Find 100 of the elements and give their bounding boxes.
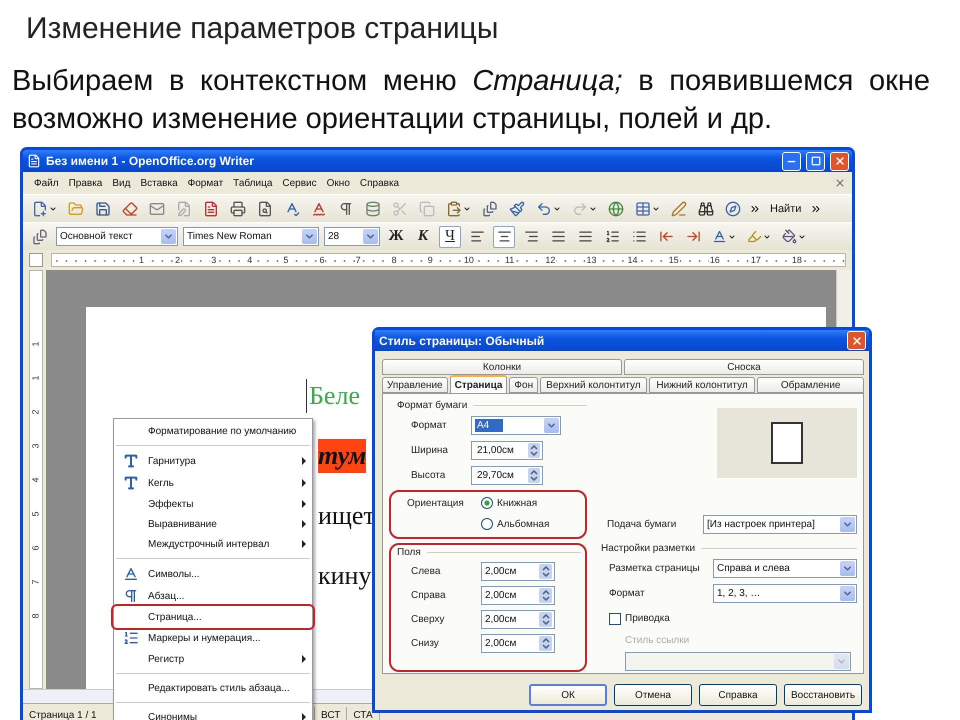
- tab[interactable]: Верхний колонтитул: [540, 377, 647, 393]
- menu-item[interactable]: Выравнивание: [114, 514, 312, 534]
- tab[interactable]: Колонки: [382, 359, 622, 375]
- menu-item[interactable]: Вставка: [135, 176, 183, 190]
- menu-item[interactable]: Справка: [354, 176, 404, 190]
- register-checkbox[interactable]: Приводка: [609, 612, 670, 624]
- menu-item[interactable]: Эффекты: [114, 494, 312, 514]
- close-button[interactable]: [830, 152, 849, 170]
- tab[interactable]: Страница: [450, 375, 508, 393]
- tab[interactable]: Сноска: [624, 359, 864, 375]
- layout-dropdown[interactable]: 1, 2, 3, …: [713, 584, 857, 603]
- radio-option[interactable]: Книжная: [481, 494, 538, 512]
- ruler-number: 3: [31, 444, 41, 448]
- ruler-number: 4: [246, 255, 254, 265]
- format-dropdown[interactable]: A4: [471, 416, 561, 435]
- italic-button[interactable]: К: [412, 226, 434, 248]
- menu-item[interactable]: Вид: [107, 176, 136, 190]
- maximize-button[interactable]: [806, 152, 825, 170]
- field-label: Слева: [411, 566, 442, 577]
- dialog-button[interactable]: Справка: [699, 684, 777, 706]
- bullet-list-icon: [632, 229, 646, 244]
- menu-item[interactable]: Правка: [64, 176, 108, 190]
- tab[interactable]: Обрамление: [757, 377, 864, 393]
- increase-indent-icon: [686, 229, 700, 244]
- menu-item[interactable]: Файл: [29, 176, 64, 190]
- tab[interactable]: Управление: [382, 377, 448, 393]
- menu-item[interactable]: Сервис: [277, 176, 322, 190]
- caret-icon: [652, 204, 660, 212]
- menu-item[interactable]: Абзац...: [114, 585, 312, 607]
- menu-item[interactable]: Символы...: [114, 563, 312, 585]
- align-button[interactable]: [493, 226, 515, 248]
- menu-item[interactable]: Форматирование по умолчанию: [114, 421, 312, 441]
- dialog-button[interactable]: ОК: [529, 684, 607, 706]
- clipboard-icon: [446, 200, 462, 216]
- field-label: Подача бумаги: [607, 519, 678, 530]
- table-icon: [635, 200, 651, 216]
- menu-item[interactable]: Таблица: [228, 176, 278, 190]
- ruler-number: 3: [210, 255, 218, 265]
- page-icon: [771, 422, 803, 464]
- tab[interactable]: Фон: [509, 377, 538, 393]
- dialog-button[interactable]: Восстановить: [784, 684, 862, 706]
- numbered-list-icon: [604, 229, 620, 244]
- menu-item[interactable]: Кегль: [114, 472, 312, 494]
- field-label: Разметка страницы: [609, 563, 701, 574]
- caret-icon: [798, 232, 806, 240]
- dialog-button[interactable]: Отмена: [614, 684, 692, 706]
- align-left-icon: [470, 229, 484, 244]
- menu-item[interactable]: Гарнитура: [114, 450, 312, 472]
- close-button[interactable]: [847, 331, 866, 350]
- styles-icon: [32, 228, 48, 244]
- bold-button[interactable]: Ж: [385, 226, 407, 248]
- menu-item[interactable]: Синонимы: [114, 707, 312, 720]
- edit-file-icon: [176, 200, 192, 216]
- radio-option[interactable]: Альбомная: [481, 516, 550, 532]
- spin-field[interactable]: 2,00см: [481, 634, 555, 653]
- menu-item[interactable]: Редактировать стиль абзаца...: [114, 678, 312, 698]
- spin-arrows-icon: [542, 614, 550, 625]
- reference-style-dropdown[interactable]: [625, 652, 851, 671]
- close-document-icon[interactable]: [834, 177, 846, 189]
- minimize-button[interactable]: [782, 152, 801, 170]
- menu-item[interactable]: Маркеры и нумерация...: [114, 627, 312, 649]
- field-value: 21,00см: [476, 444, 515, 457]
- binoculars-icon: [698, 200, 714, 216]
- auto-spellcheck-icon: [311, 200, 327, 216]
- find-button[interactable]: Найти: [766, 200, 806, 216]
- section-heading: Формат бумаги: [397, 400, 468, 411]
- spin-field[interactable]: 21,00см: [471, 441, 543, 460]
- pen-icon: [671, 200, 687, 216]
- folder-icon: [68, 200, 84, 216]
- document-text: Беле: [306, 379, 360, 413]
- spin-field[interactable]: 29,70см: [471, 466, 543, 485]
- layout-dropdown[interactable]: Справа и слева: [713, 559, 857, 578]
- tab-stop-selector[interactable]: [29, 253, 43, 267]
- field-label: Ширина: [411, 445, 449, 456]
- spin-field[interactable]: 2,00см: [481, 586, 555, 605]
- paragraph-icon: [123, 588, 139, 604]
- paper-source-dropdown[interactable]: [Из настроек принтера]: [703, 515, 857, 534]
- ruler-number: 1: [138, 255, 146, 265]
- menu-item[interactable]: Регистр: [114, 649, 312, 669]
- tab[interactable]: Нижний колонтитул: [648, 377, 756, 393]
- menu-item[interactable]: Страница...: [114, 607, 312, 627]
- menu-item[interactable]: Окно: [322, 176, 355, 190]
- ruler-number: 2: [31, 410, 41, 414]
- menu-item[interactable]: Междустрочный интервал: [114, 534, 312, 554]
- ruler-number: 13: [585, 255, 598, 265]
- font-combo[interactable]: Times New Roman: [183, 227, 319, 246]
- ruler-number: 10: [462, 255, 475, 265]
- align-center-icon: [496, 229, 512, 244]
- size-combo[interactable]: 28: [324, 227, 380, 246]
- pilcrow-icon: [338, 200, 354, 216]
- spin-field[interactable]: 2,00см: [481, 562, 555, 581]
- eraser-icon: [122, 200, 138, 216]
- menu-item[interactable]: Формат: [182, 176, 228, 190]
- underline-button[interactable]: Ч: [439, 226, 461, 248]
- spin-field[interactable]: 2,00см: [481, 610, 555, 629]
- ruler-number: 15: [668, 255, 680, 265]
- globe-icon: [608, 200, 624, 216]
- printer-icon: [230, 200, 246, 216]
- ruler-number: 5: [282, 255, 290, 265]
- style-combo[interactable]: Основной текст: [56, 227, 178, 246]
